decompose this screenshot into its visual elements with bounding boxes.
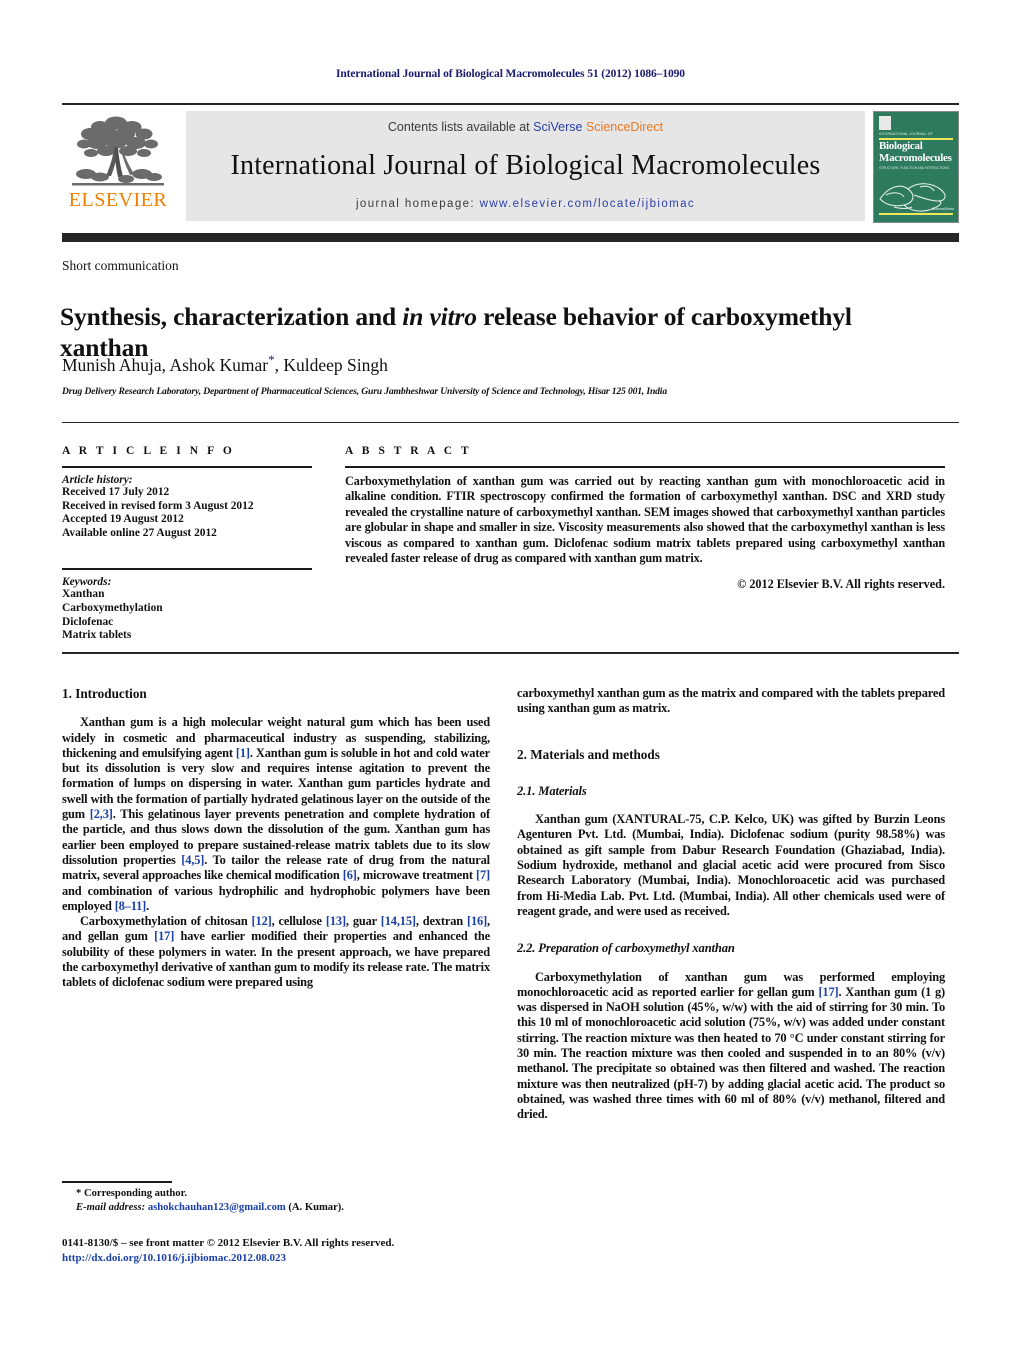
- keyword-item: Xanthan: [62, 588, 105, 601]
- contents-prefix: Contents lists available at: [387, 120, 534, 134]
- citation-ref[interactable]: [17]: [818, 985, 838, 999]
- abstract-block-divider: [62, 652, 959, 654]
- masthead-center-panel: Contents lists available at SciVerse Sci…: [186, 111, 865, 221]
- journal-title: International Journal of Biological Macr…: [230, 150, 821, 181]
- keyword-item: Matrix tablets: [62, 629, 132, 642]
- keyword-item: Carboxymethylation: [62, 601, 163, 614]
- issn-copyright-line: 0141-8130/$ – see front matter © 2012 El…: [62, 1237, 395, 1249]
- citation-ref[interactable]: [17]: [154, 929, 174, 943]
- intro-paragraph-1: Xanthan gum is a high molecular weight n…: [62, 715, 490, 914]
- journal-masthead: ELSEVIER Contents lists available at Sci…: [62, 103, 959, 225]
- article-type-label: Short communication: [62, 258, 179, 273]
- cover-title: Biological Macromolecules: [879, 140, 952, 164]
- running-head: International Journal of Biological Macr…: [336, 68, 685, 80]
- materials-paragraph: Xanthan gum (XANTURAL-75, C.P. Kelco, UK…: [517, 812, 945, 918]
- email-suffix: (A. Kumar).: [285, 1201, 344, 1213]
- preparation-paragraph: Carboxymethylation of xanthan gum was pe…: [517, 970, 945, 1123]
- email-note: E-mail address: ashokchauhan123@gmail.co…: [62, 1201, 492, 1215]
- sciencedirect-link[interactable]: ScienceDirect: [586, 120, 663, 134]
- article-info-rule: [62, 466, 312, 468]
- affiliation: Drug Delivery Research Laboratory, Depar…: [62, 386, 667, 397]
- page-footer: 0141-8130/$ – see front matter © 2012 El…: [62, 1236, 622, 1265]
- cover-elsevier-mark-icon: [879, 116, 891, 130]
- intro-p1-text-e: , microwave treatment: [356, 868, 476, 883]
- citation-ref[interactable]: [13]: [326, 914, 346, 928]
- homepage-url-link[interactable]: www.elsevier.com/locate/ijbiomac: [480, 198, 695, 210]
- cover-bottom-rule: [879, 213, 953, 215]
- doi-link[interactable]: http://dx.doi.org/10.1016/j.ijbiomac.201…: [62, 1251, 622, 1266]
- abstract-rule: [345, 466, 945, 468]
- article-history-item: Received in revised form 3 August 2012: [62, 499, 254, 512]
- intro-p1-text-g: .: [146, 898, 150, 913]
- footnote-block: * Corresponding author. E-mail address: …: [62, 1187, 492, 1214]
- author-list: Munish Ahuja, Ashok Kumar*, Kuldeep Sing…: [62, 352, 942, 376]
- subsection-heading-preparation: 2.2. Preparation of carboxymethyl xantha…: [517, 941, 735, 956]
- email-link[interactable]: ashokchauhan123@gmail.com: [148, 1202, 286, 1213]
- citation-ref[interactable]: [12]: [252, 914, 272, 928]
- abstract-block: A B S T R A C T Carboxymethylation of xa…: [345, 445, 945, 592]
- body-column-left: 1. Introduction Xanthan gum is a high mo…: [62, 686, 490, 991]
- citation-ref[interactable]: [7]: [476, 868, 490, 882]
- article-info-heading: A R T I C L E I N F O: [62, 445, 235, 457]
- elsevier-tree-icon: [72, 116, 164, 186]
- citation-ref[interactable]: [16]: [467, 914, 487, 928]
- section-heading-introduction: 1. Introduction: [62, 686, 147, 701]
- cover-top-label: INTERNATIONAL JOURNAL OF: [879, 132, 933, 136]
- corresponding-author-note: * Corresponding author.: [76, 1188, 187, 1199]
- citation-ref[interactable]: [2,3]: [90, 807, 113, 821]
- citation-ref[interactable]: [1]: [236, 746, 250, 760]
- citation-ref[interactable]: [8–11]: [115, 899, 147, 913]
- elsevier-logo: ELSEVIER: [62, 109, 174, 223]
- abstract-copyright: © 2012 Elsevier B.V. All rights reserved…: [737, 577, 945, 592]
- email-label: E-mail address:: [76, 1201, 146, 1213]
- sciverse-link[interactable]: SciVerse: [533, 120, 582, 134]
- elsevier-wordmark: ELSEVIER: [68, 189, 168, 211]
- intro-paragraph-2: Carboxymethylation of chitosan [12], cel…: [62, 914, 490, 990]
- cover-title-line2: Macromolecules: [879, 151, 952, 164]
- article-history-item: Received 17 July 2012: [62, 486, 170, 498]
- citation-ref[interactable]: [4,5]: [181, 853, 204, 867]
- keywords-rule: [62, 568, 312, 571]
- article-history-label: Article history:: [62, 474, 133, 486]
- keywords-label: Keywords:: [62, 576, 112, 589]
- journal-homepage-line: journal homepage: www.elsevier.com/locat…: [356, 198, 695, 210]
- cover-title-line1: Biological: [879, 140, 923, 152]
- article-history-item: Available online 27 August 2012: [62, 526, 217, 539]
- journal-cover-thumbnail: INTERNATIONAL JOURNAL OF Biological Macr…: [873, 111, 959, 223]
- body-column-right: carboxymethyl xanthan gum as the matrix …: [517, 686, 945, 1123]
- intro-p2-text-d: , dextran: [415, 914, 467, 929]
- authors-main: Munish Ahuja, Ashok Kumar: [62, 354, 269, 375]
- title-italic-part: in vitro: [402, 302, 477, 332]
- prep-text-b: . Xanthan gum (1 g) was dispersed in NaO…: [517, 984, 946, 1122]
- title-block-divider: [62, 422, 959, 423]
- keywords-block: Keywords: Xanthan Carboxymethylation Dic…: [62, 568, 312, 642]
- intro-paragraph-2-continuation: carboxymethyl xanthan gum as the matrix …: [517, 686, 945, 716]
- homepage-label: journal homepage:: [355, 198, 475, 210]
- paper-page: International Journal of Biological Macr…: [0, 0, 1021, 1351]
- subsection-heading-materials: 2.1. Materials: [517, 783, 587, 798]
- section-heading-materials-and-methods: 2. Materials and methods: [517, 746, 660, 762]
- masthead-black-bar: [62, 233, 959, 242]
- intro-p2-text-a: Carboxymethylation of chitosan: [80, 914, 252, 929]
- article-history-item: Accepted 19 August 2012: [62, 513, 184, 526]
- cover-sciencedirect-badge: ScienceDirect: [931, 207, 954, 212]
- citation-ref[interactable]: [6]: [343, 868, 357, 882]
- citation-ref[interactable]: [14,15]: [381, 914, 416, 928]
- abstract-heading: A B S T R A C T: [345, 445, 472, 457]
- title-part-1: Synthesis, characterization and: [60, 302, 403, 332]
- keyword-item: Diclofenac: [62, 615, 114, 628]
- intro-p2-text-b: , cellulose: [271, 914, 326, 929]
- footnote-divider: [62, 1181, 172, 1183]
- authors-tail: , Kuldeep Singh: [274, 354, 388, 375]
- article-info-block: A R T I C L E I N F O Article history: R…: [62, 445, 312, 643]
- abstract-text: Carboxymethylation of xanthan gum was ca…: [345, 474, 945, 566]
- contents-available-line: Contents lists available at SciVerse Sci…: [388, 120, 663, 134]
- intro-p2-text-c: , guar: [345, 914, 381, 929]
